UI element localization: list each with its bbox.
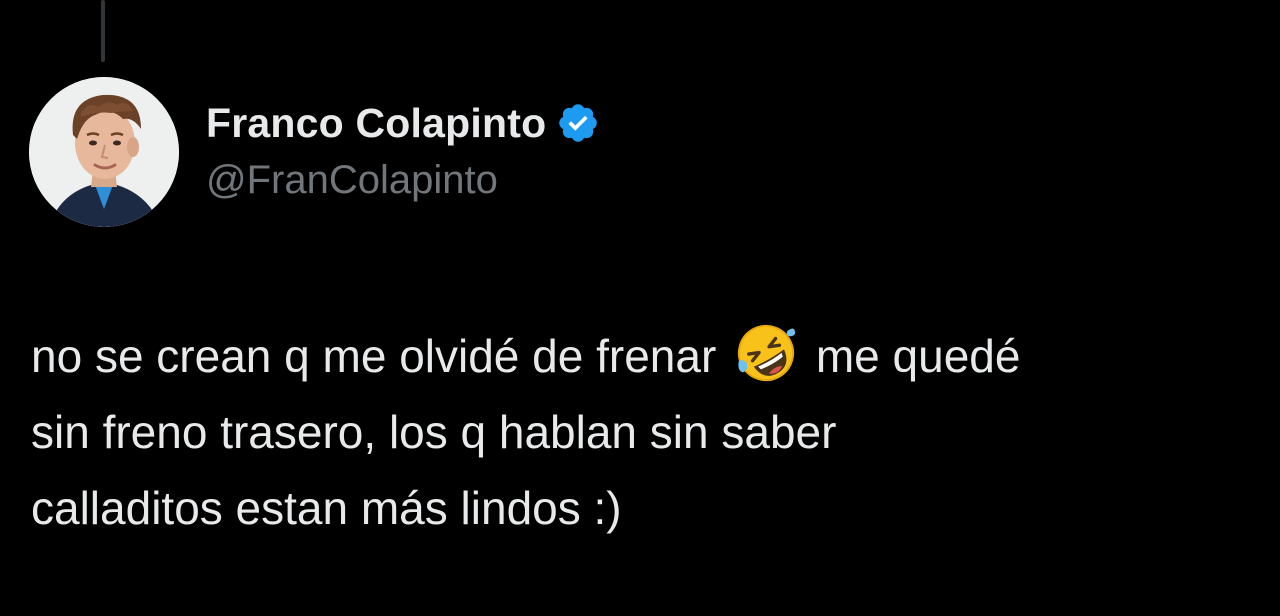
- tweet-line-2: sin freno trasero, los q hablan sin sabe…: [31, 406, 837, 458]
- tweet-author: Franco Colapinto @FranColapinto: [206, 96, 600, 203]
- tweet-line-1: no se crean q me olvidé de frenar me que…: [31, 318, 1251, 394]
- rolling-on-the-floor-laughing-emoji-icon: [735, 322, 797, 384]
- author-name-row: Franco Colapinto: [206, 96, 600, 150]
- verified-badge-icon: [556, 101, 600, 145]
- tweet-text-segment: no se crean q me olvidé de frenar: [31, 330, 717, 382]
- thread-connector-line: [101, 0, 105, 62]
- avatar-photo: [29, 77, 179, 227]
- tweet-body: no se crean q me olvidé de frenar me que…: [31, 318, 1251, 546]
- tweet-line-3: calladitos estan más lindos :): [31, 482, 622, 534]
- author-display-name[interactable]: Franco Colapinto: [206, 100, 546, 147]
- author-handle[interactable]: @FranColapinto: [206, 158, 600, 203]
- author-avatar[interactable]: [29, 77, 179, 227]
- tweet-text-segment: me quedé: [815, 330, 1021, 382]
